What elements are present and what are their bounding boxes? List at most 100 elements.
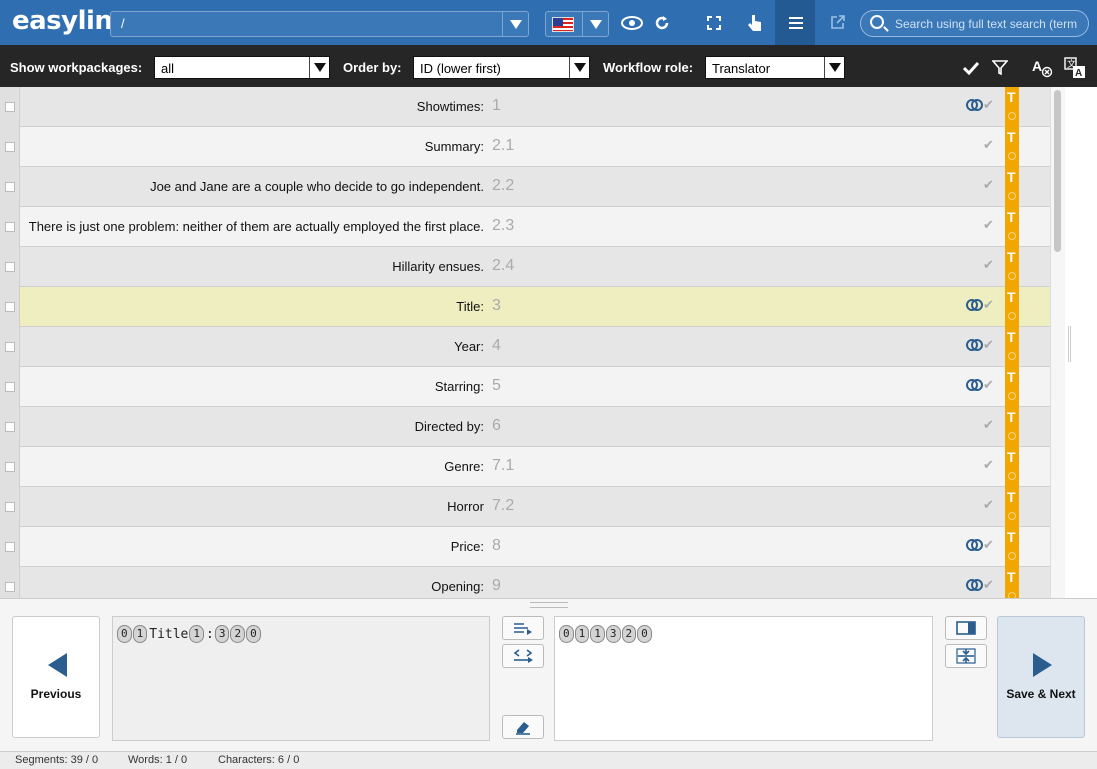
segment-row[interactable]: Showtimes: 1 ✔ T — [0, 87, 1050, 127]
row-checkbox[interactable] — [5, 302, 15, 312]
list-view-button[interactable] — [775, 0, 815, 45]
row-select-cell — [0, 487, 20, 527]
filter-icon[interactable] — [988, 56, 1012, 80]
chevron-down-icon[interactable] — [824, 57, 844, 78]
segment-source-text: Price: — [450, 539, 484, 554]
segment-row[interactable]: Joe and Jane are a couple who decide to … — [0, 167, 1050, 207]
row-checkbox[interactable] — [5, 382, 15, 392]
confirm-tick-icon[interactable]: ✔ — [983, 577, 994, 593]
row-checkbox[interactable] — [5, 342, 15, 352]
panel-resize-handle[interactable] — [1068, 326, 1071, 362]
segment-row[interactable]: Price: 8 ✔ T — [0, 527, 1050, 567]
status-letter: T — [1007, 329, 1016, 345]
svg-text:A: A — [1032, 58, 1042, 74]
order-by-select[interactable]: ID (lower first) — [413, 56, 590, 79]
workflow-role-select[interactable]: Translator — [705, 56, 845, 79]
chevron-down-icon[interactable] — [309, 57, 329, 78]
eye-icon[interactable] — [615, 0, 649, 45]
language-select[interactable] — [545, 11, 609, 37]
layout-toggle-button[interactable] — [945, 616, 987, 640]
arrow-right-icon — [1033, 653, 1052, 677]
confirm-tick-icon[interactable]: ✔ — [983, 377, 994, 393]
row-checkbox[interactable] — [5, 262, 15, 272]
confirm-tick-icon[interactable]: ✔ — [983, 537, 994, 553]
previous-button[interactable]: Previous — [12, 616, 100, 738]
refresh-icon[interactable] — [645, 0, 679, 45]
confirm-tick-icon[interactable]: ✔ — [983, 337, 994, 353]
segment-row[interactable]: Title: 3 ✔ T — [0, 287, 1050, 327]
row-checkbox[interactable] — [5, 462, 15, 472]
status-letter: T — [1007, 409, 1016, 425]
confirm-tick-icon[interactable]: ✔ — [983, 97, 994, 113]
chevron-down-icon[interactable] — [582, 12, 608, 36]
link-icon[interactable] — [966, 539, 983, 551]
status-letter: T — [1007, 289, 1016, 305]
link-icon[interactable] — [966, 379, 983, 391]
segment-row[interactable]: Genre: 7.1 ✔ T — [0, 447, 1050, 487]
row-checkbox[interactable] — [5, 142, 15, 152]
chevron-down-icon[interactable] — [569, 57, 589, 78]
row-checkbox[interactable] — [5, 502, 15, 512]
copy-source-button[interactable] — [502, 616, 544, 640]
segment-source-text: Summary: — [424, 139, 484, 154]
workpackages-value: all — [161, 61, 175, 76]
segment-row[interactable]: Starring: 5 ✔ T — [0, 367, 1050, 407]
path-select[interactable]: / — [110, 11, 529, 37]
external-link-icon[interactable] — [821, 0, 855, 45]
confirm-check-icon[interactable] — [959, 56, 983, 80]
row-checkbox[interactable] — [5, 222, 15, 232]
segment-row[interactable]: Opening: 9 ✔ T — [0, 567, 1050, 598]
confirm-tick-icon[interactable]: ✔ — [983, 417, 994, 433]
segment-number: 6 — [492, 417, 501, 434]
segment-row[interactable]: Summary: 2.1 ✔ T — [0, 127, 1050, 167]
segment-number: 5 — [492, 377, 501, 394]
status-strip: T — [1005, 567, 1019, 598]
save-next-button[interactable]: Save & Next — [997, 616, 1085, 738]
clear-translation-icon[interactable]: A — [1030, 56, 1054, 80]
order-by-value: ID (lower first) — [420, 61, 501, 76]
segment-row[interactable]: Hillarity ensues. 2.4 ✔ T — [0, 247, 1050, 287]
confirm-tick-icon[interactable]: ✔ — [983, 137, 994, 153]
row-select-cell — [0, 567, 20, 598]
workpackages-select[interactable]: all — [154, 56, 330, 79]
confirm-tick-icon[interactable]: ✔ — [983, 217, 994, 233]
pointer-hand-icon[interactable] — [738, 0, 772, 45]
link-icon[interactable] — [966, 339, 983, 351]
search-input[interactable]: Search using full text search (term — [860, 10, 1089, 37]
status-dot-icon — [1008, 112, 1016, 120]
row-checkbox[interactable] — [5, 422, 15, 432]
link-icon[interactable] — [966, 579, 983, 591]
row-checkbox[interactable] — [5, 582, 15, 592]
split-view-button[interactable] — [945, 644, 987, 668]
status-letter: T — [1007, 529, 1016, 545]
confirm-tick-icon[interactable]: ✔ — [983, 177, 994, 193]
editor-resize-grip[interactable] — [530, 602, 568, 608]
row-checkbox[interactable] — [5, 102, 15, 112]
target-text-box[interactable]: 011320 — [554, 616, 933, 741]
confirm-tick-icon[interactable]: ✔ — [983, 497, 994, 513]
machine-translate-icon[interactable]: 文A — [1063, 56, 1087, 80]
segment-number: 2.3 — [492, 217, 515, 234]
segment-row[interactable]: Year: 4 ✔ T — [0, 327, 1050, 367]
segment-number: 9 — [492, 577, 501, 594]
target-segment[interactable]: 011320 — [559, 625, 653, 643]
status-strip: T — [1005, 167, 1019, 207]
copy-tags-button[interactable] — [502, 644, 544, 668]
link-icon[interactable] — [966, 299, 983, 311]
segment-source-text: Joe and Jane are a couple who decide to … — [150, 179, 484, 194]
clear-target-button[interactable] — [502, 715, 544, 739]
status-dot-icon — [1008, 232, 1016, 240]
segment-row[interactable]: There is just one problem: neither of th… — [0, 207, 1050, 247]
confirm-tick-icon[interactable]: ✔ — [983, 457, 994, 473]
row-checkbox[interactable] — [5, 542, 15, 552]
row-checkbox[interactable] — [5, 182, 15, 192]
confirm-tick-icon[interactable]: ✔ — [983, 297, 994, 313]
link-icon[interactable] — [966, 99, 983, 111]
chevron-down-icon[interactable] — [502, 12, 528, 36]
confirm-tick-icon[interactable]: ✔ — [983, 257, 994, 273]
segment-row[interactable]: Horror 7.2 ✔ T — [0, 487, 1050, 527]
scrollbar-thumb[interactable] — [1054, 90, 1061, 252]
fullscreen-icon[interactable] — [697, 0, 731, 45]
row-select-cell — [0, 327, 20, 367]
segment-row[interactable]: Directed by: 6 ✔ T — [0, 407, 1050, 447]
